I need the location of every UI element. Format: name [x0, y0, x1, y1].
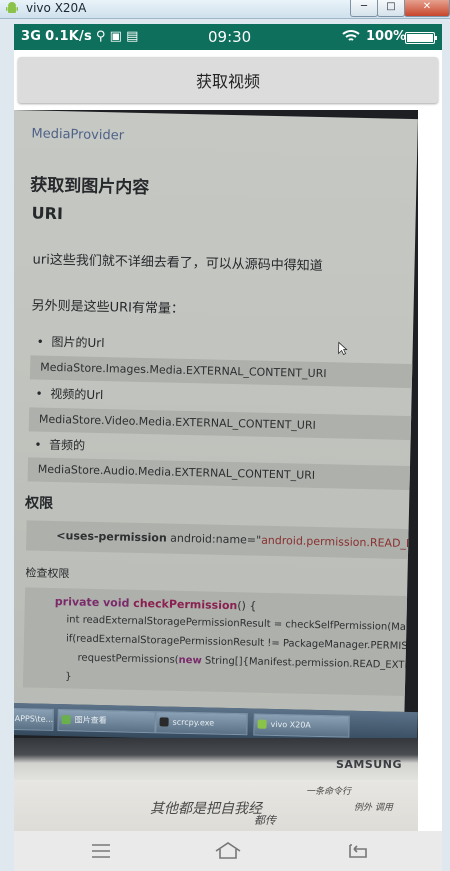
photographed-screen: MediaProvider 获取到图片内容 URI uri这些我们就不详细去看了…	[14, 110, 418, 713]
uri-heading: URI	[31, 203, 64, 224]
taskbar-label: 图片查看	[74, 715, 107, 726]
check-permission-heading: 检查权限	[25, 566, 70, 581]
list-item: • 音频的	[34, 437, 86, 453]
nfc-icon: ▣	[109, 29, 123, 44]
status-bar: 3G 0.1K/s ⚲ ▣ ▤ 09:30 100%	[14, 24, 442, 50]
get-video-button[interactable]: 获取视频	[18, 57, 438, 103]
paragraph-2: 另外则是这些URI有常量：	[31, 298, 185, 317]
taskbar-item: vivo X20A	[253, 713, 350, 738]
battery-percent: 100%	[366, 29, 407, 44]
code-line: }	[65, 671, 72, 683]
taskbar-item: scrcpy.exe	[155, 711, 248, 736]
maximize-button[interactable]: □	[377, 0, 405, 17]
back-icon[interactable]	[342, 839, 372, 863]
list-item-label: 音频的	[48, 437, 86, 453]
code-function: checkPermission	[133, 596, 238, 613]
usb-icon: ⚲	[95, 29, 106, 44]
chat-icon	[61, 715, 71, 725]
list-item-label: 图片的Url	[51, 334, 105, 351]
window-title-bar: vivo X20A ─ □ ✕	[0, 0, 450, 19]
clock: 09:30	[208, 28, 252, 46]
code-text: () {	[237, 599, 257, 613]
wifi-icon	[342, 30, 360, 41]
navigation-bar	[14, 831, 442, 871]
screen-margin	[418, 110, 442, 831]
sd-icon: ▤	[126, 29, 139, 44]
permission-heading: 权限	[24, 495, 54, 512]
article-title: 获取到图片内容	[30, 175, 150, 199]
battery-icon	[405, 32, 437, 44]
page-header: MediaProvider	[31, 126, 125, 144]
menu-icon[interactable]	[86, 839, 116, 863]
android-icon	[6, 2, 18, 13]
close-button[interactable]: ✕	[404, 0, 450, 17]
android-icon	[257, 719, 267, 729]
list-item: • 视频的Url	[35, 386, 104, 403]
photo-image: MediaProvider 获取到图片内容 URI uri这些我们就不详细去看了…	[14, 110, 418, 831]
terminal-icon	[159, 717, 169, 727]
code-attr: android:name="	[166, 531, 262, 547]
taskbar-label: scrcpy.exe	[172, 717, 215, 728]
phone-screen: 3G 0.1K/s ⚲ ▣ ▤ 09:30 100% 获取视频 MediaProvide…	[14, 24, 442, 871]
network-speed: 0.1K/s	[45, 29, 92, 44]
status-left: 3G 0.1K/s ⚲ ▣ ▤	[21, 29, 143, 44]
list-item: • 图片的Url	[36, 334, 105, 351]
home-icon[interactable]	[213, 839, 243, 863]
code-keyword: private void	[54, 595, 134, 610]
mouse-cursor-icon	[338, 341, 348, 356]
code-text: requestPermissions(	[77, 652, 179, 666]
monitor-brand: SAMSUNG	[336, 758, 402, 771]
paragraph-1: uri这些我们就不详细去看了，可以从源码中得知道	[32, 252, 323, 275]
taskbar-label: vivo X20A	[270, 719, 311, 730]
list-item-label: 视频的Url	[50, 386, 104, 403]
network-type: 3G	[21, 29, 42, 44]
handwritten-note: 其他都是把自我经	[150, 801, 262, 817]
code-keyword: new	[178, 654, 202, 667]
window-title: vivo X20A	[26, 1, 87, 15]
handwritten-note: 一条命令行	[306, 787, 352, 797]
taskbar-item: APPS\te...	[14, 707, 54, 731]
handwritten-note: 例外 调用	[354, 803, 393, 813]
code-tag: <uses-permission	[56, 529, 167, 545]
handwritten-note: 都传	[254, 814, 276, 827]
taskbar-item: 图片查看	[57, 708, 156, 734]
minimize-button[interactable]: ─	[350, 0, 378, 17]
